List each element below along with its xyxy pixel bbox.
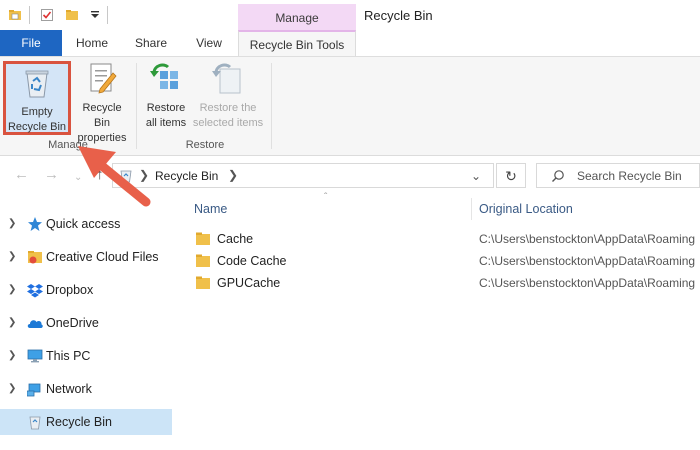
dropbox-icon — [27, 284, 43, 298]
folder-icon — [196, 232, 210, 245]
expand-chevron-icon[interactable]: ❯ — [8, 350, 16, 361]
button-label-line2: selected items — [192, 117, 264, 129]
navigation-pane: ❯ Quick access ❯ Creative Cloud Files ❯ … — [0, 200, 174, 450]
nav-item-label: Recycle Bin — [46, 415, 112, 429]
search-input[interactable] — [577, 167, 697, 185]
nav-item-dropbox[interactable]: ❯ Dropbox — [0, 277, 172, 303]
expand-chevron-icon[interactable]: ❯ — [8, 317, 16, 328]
tab-file[interactable]: File — [0, 30, 62, 56]
column-header-name[interactable]: Name — [194, 202, 227, 216]
window-title: Recycle Bin — [364, 8, 433, 23]
address-dropdown-icon[interactable]: ⌄ — [471, 169, 481, 183]
button-label-line1: Restore — [146, 102, 186, 114]
button-label-line1: Empty — [21, 106, 53, 118]
nav-item-network[interactable]: ❯ Network — [0, 376, 172, 402]
creative-cloud-icon — [28, 251, 42, 264]
button-label-line1: Restore the — [199, 102, 257, 114]
file-original-location: C:\Users\benstockton\AppData\Roaming — [479, 276, 696, 290]
file-name: Cache — [217, 232, 254, 246]
new-folder-icon[interactable] — [65, 8, 79, 22]
column-header-original-location[interactable]: Original Location — [479, 202, 573, 216]
refresh-button[interactable]: ↻ — [496, 163, 526, 188]
button-label-line2: all items — [145, 117, 187, 129]
expand-chevron-icon[interactable]: ❯ — [8, 218, 16, 229]
computer-icon — [27, 349, 43, 363]
tab-view[interactable]: View — [182, 30, 236, 56]
properties-icon[interactable] — [40, 8, 54, 22]
expand-chevron-icon[interactable]: ❯ — [8, 284, 16, 295]
button-label-line1: Recycle Bin — [82, 102, 122, 129]
restore-all-icon — [150, 63, 178, 89]
nav-item-label: Quick access — [46, 217, 121, 231]
ribbon-tabs: File Home Share View Recycle Bin Tools — [0, 30, 700, 56]
properties-icon — [90, 63, 117, 94]
tab-home[interactable]: Home — [64, 30, 120, 56]
file-original-location: C:\Users\benstockton\AppData\Roaming — [479, 254, 696, 268]
breadcrumb-chevron-icon[interactable]: ❯ — [228, 168, 238, 182]
toolbar-separator — [107, 6, 108, 24]
file-name: GPUCache — [217, 276, 281, 290]
file-name: Code Cache — [217, 254, 287, 268]
app-folder-icon[interactable] — [8, 8, 22, 22]
folder-icon — [196, 276, 210, 289]
file-row[interactable]: Code Cache C:\Users\benstockton\AppData\… — [174, 250, 700, 272]
recycle-bin-icon — [25, 70, 49, 98]
expand-chevron-icon[interactable]: ❯ — [8, 383, 16, 394]
file-row[interactable]: GPUCache C:\Users\benstockton\AppData\Ro… — [174, 272, 700, 294]
onedrive-icon — [27, 320, 43, 328]
file-row[interactable]: Cache C:\Users\benstockton\AppData\Roami… — [174, 228, 700, 250]
back-arrow-icon[interactable]: ← — [14, 167, 29, 182]
search-icon — [552, 170, 564, 182]
nav-item-label: Network — [46, 382, 92, 396]
ribbon-group-restore-label: Restore — [185, 139, 225, 151]
restore-selected-items-button[interactable]: Restore the selected items — [192, 61, 264, 131]
folder-icon — [196, 254, 210, 267]
address-bar[interactable]: ❯ Recycle Bin ❯ ⌄ — [112, 163, 494, 188]
file-original-location: C:\Users\benstockton\AppData\Roaming — [479, 232, 696, 246]
empty-recycle-bin-button[interactable]: Empty Recycle Bin — [3, 61, 71, 135]
nav-item-label: Dropbox — [46, 283, 94, 297]
tab-recycle-bin-tools[interactable]: Recycle Bin Tools — [238, 30, 356, 56]
nav-item-label: Creative Cloud Files — [46, 250, 159, 264]
tab-share[interactable]: Share — [122, 30, 180, 56]
network-icon — [27, 383, 41, 397]
ribbon-group-divider — [271, 63, 272, 149]
recycle-bin-icon — [29, 416, 41, 430]
sort-ascending-icon: ˆ — [324, 192, 328, 203]
expand-chevron-icon[interactable]: ❯ — [8, 251, 16, 262]
restore-all-items-button[interactable]: Restore all items — [140, 61, 192, 131]
nav-item-creative-cloud-files[interactable]: ❯ Creative Cloud Files — [0, 244, 172, 270]
breadcrumb-recycle-bin[interactable]: Recycle Bin — [155, 169, 218, 183]
nav-item-recycle-bin[interactable]: Recycle Bin — [0, 409, 172, 435]
refresh-icon: ↻ — [505, 168, 517, 184]
star-icon — [28, 217, 42, 231]
customize-toolbar-icon[interactable] — [88, 8, 102, 22]
toolbar-separator — [29, 6, 30, 24]
nav-item-quick-access[interactable]: ❯ Quick access — [0, 211, 172, 237]
search-box[interactable] — [536, 163, 700, 188]
title-bar: Manage Recycle Bin — [0, 0, 700, 31]
column-divider[interactable] — [471, 198, 472, 220]
nav-item-label: This PC — [46, 349, 91, 363]
forward-arrow-icon[interactable]: → — [44, 167, 59, 182]
context-tab-header: Manage — [238, 4, 356, 31]
nav-item-this-pc[interactable]: ❯ This PC — [0, 343, 172, 369]
restore-selected-icon — [212, 63, 241, 94]
nav-item-onedrive[interactable]: ❯ OneDrive — [0, 310, 172, 336]
nav-item-label: OneDrive — [46, 316, 99, 330]
button-label-line2: Recycle Bin — [7, 121, 67, 133]
file-list: ˆ Name Original Location Cache C:\Users\… — [174, 192, 700, 450]
